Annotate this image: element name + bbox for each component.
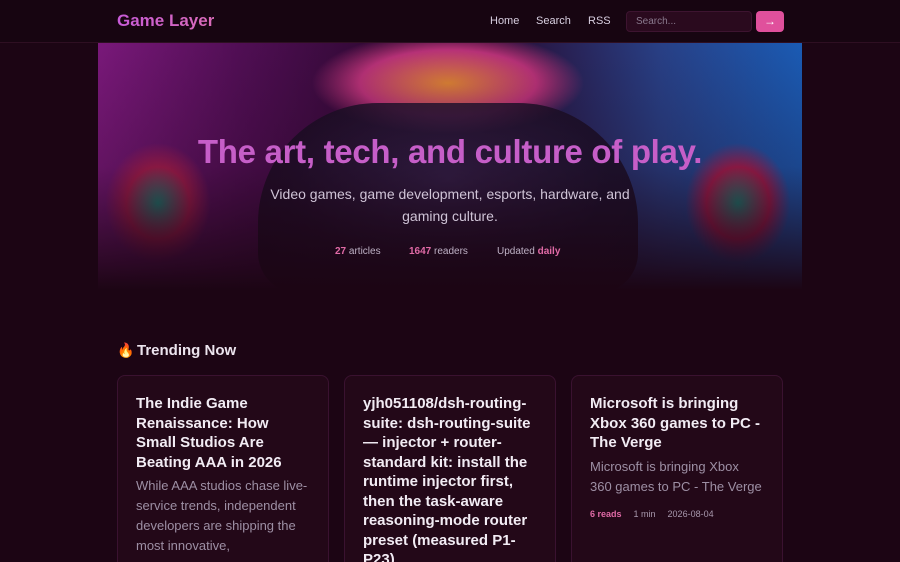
updated-label: Updated [497, 246, 538, 257]
readers-label: readers [431, 246, 468, 257]
articles-label: articles [346, 246, 381, 257]
nav-search-link[interactable]: Search [536, 15, 571, 27]
hero-title: The art, tech, and culture of play. [197, 133, 703, 170]
fire-icon: 🔥 [117, 342, 135, 358]
card-reads: 6 reads [590, 508, 622, 519]
card-title[interactable]: yjh051108/dsh-routing-suite: dsh-routing… [363, 394, 537, 562]
trending-heading: 🔥 Trending Now [117, 342, 236, 359]
nav-home-link[interactable]: Home [490, 15, 519, 27]
card-title[interactable]: The Indie Game Renaissance: How Small St… [136, 394, 310, 472]
card-excerpt: While AAA studios chase live-service tre… [136, 478, 308, 553]
card-excerpt: Microsoft is bringing Xbox 360 games to … [590, 458, 762, 494]
stat-readers: 1647 readers [409, 246, 468, 257]
card-date: 2026-08-04 [667, 508, 714, 519]
hero-banner: The art, tech, and culture of play. Vide… [98, 43, 802, 290]
search-input[interactable] [626, 11, 752, 32]
stat-updated: Updated daily [497, 246, 560, 257]
trending-card[interactable]: Microsoft is bringing Xbox 360 games to … [571, 375, 783, 562]
trending-card[interactable]: yjh051108/dsh-routing-suite: dsh-routing… [344, 375, 556, 562]
updated-value: daily [537, 246, 561, 257]
stat-articles: 27 articles [335, 246, 381, 257]
articles-count: 27 [335, 246, 347, 257]
top-bar: Game Layer Home Search RSS → [0, 0, 900, 43]
nav-rss-link[interactable]: RSS [588, 15, 611, 27]
card-meta: 6 reads 1 min 2026-08-04 [590, 509, 764, 519]
card-duration: 1 min [633, 508, 656, 519]
site-logo[interactable]: Game Layer [117, 11, 214, 31]
card-title[interactable]: Microsoft is bringing Xbox 360 games to … [590, 394, 764, 453]
trending-card[interactable]: The Indie Game Renaissance: How Small St… [117, 375, 329, 562]
hero-subtitle: Video games, game development, esports, … [270, 186, 630, 224]
readers-count: 1647 [409, 246, 432, 257]
search-submit-button[interactable]: → [756, 11, 784, 32]
trending-title: Trending Now [137, 342, 237, 359]
